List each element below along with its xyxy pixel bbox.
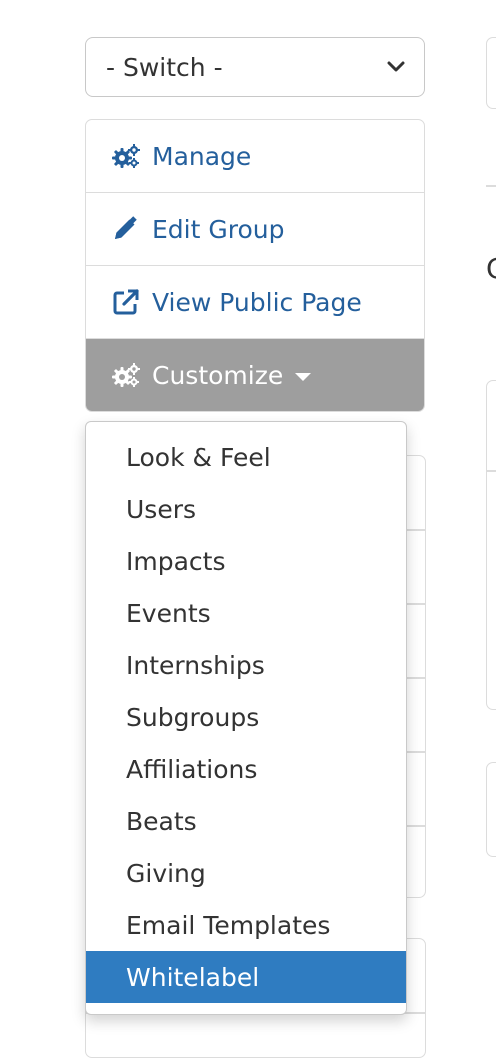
panel-divider	[407, 825, 425, 827]
right-heading-fragment: C	[486, 252, 496, 285]
nav-item-customize[interactable]: Customize	[86, 339, 424, 411]
menu-item-look-and-feel[interactable]: Look & Feel	[86, 431, 406, 483]
right-divider	[486, 185, 496, 187]
switch-select-value: - Switch -	[106, 52, 223, 82]
nav-item-view-public-page[interactable]: View Public Page	[86, 266, 424, 339]
pencil-icon	[112, 214, 142, 244]
panel-divider	[407, 677, 425, 679]
caret-down-icon	[295, 372, 312, 381]
right-divider	[486, 470, 496, 472]
menu-item-events[interactable]: Events	[86, 587, 406, 639]
nav-item-label: Edit Group	[152, 214, 285, 244]
panel-divider	[407, 751, 425, 753]
customize-dropdown-menu: Look & Feel Users Impacts Events Interns…	[85, 421, 407, 1015]
external-link-icon	[112, 287, 142, 317]
right-panel-edge	[486, 380, 496, 710]
panel-divider	[407, 529, 425, 531]
menu-item-users[interactable]: Users	[86, 483, 406, 535]
menu-item-whitelabel[interactable]: Whitelabel	[86, 951, 406, 1003]
switch-select[interactable]: - Switch -	[85, 37, 425, 97]
gears-icon	[112, 141, 142, 171]
group-nav-list: Manage Edit Group View Public Page Custo…	[85, 119, 425, 412]
menu-item-impacts[interactable]: Impacts	[86, 535, 406, 587]
nav-item-label: Manage	[152, 141, 252, 171]
menu-item-affiliations[interactable]: Affiliations	[86, 743, 406, 795]
nav-item-label: Customize	[152, 360, 284, 390]
right-panel-edge	[486, 762, 496, 857]
panel-divider	[407, 603, 425, 605]
nav-item-edit-group[interactable]: Edit Group	[86, 193, 424, 266]
menu-item-giving[interactable]: Giving	[86, 847, 406, 899]
menu-item-beats[interactable]: Beats	[86, 795, 406, 847]
chevron-down-icon	[386, 57, 406, 77]
menu-item-subgroups[interactable]: Subgroups	[86, 691, 406, 743]
nav-item-label: View Public Page	[152, 287, 362, 317]
menu-item-email-templates[interactable]: Email Templates	[86, 899, 406, 951]
menu-item-internships[interactable]: Internships	[86, 639, 406, 691]
right-panel-edge	[486, 37, 496, 109]
gears-icon	[112, 360, 142, 390]
nav-item-manage[interactable]: Manage	[86, 120, 424, 193]
